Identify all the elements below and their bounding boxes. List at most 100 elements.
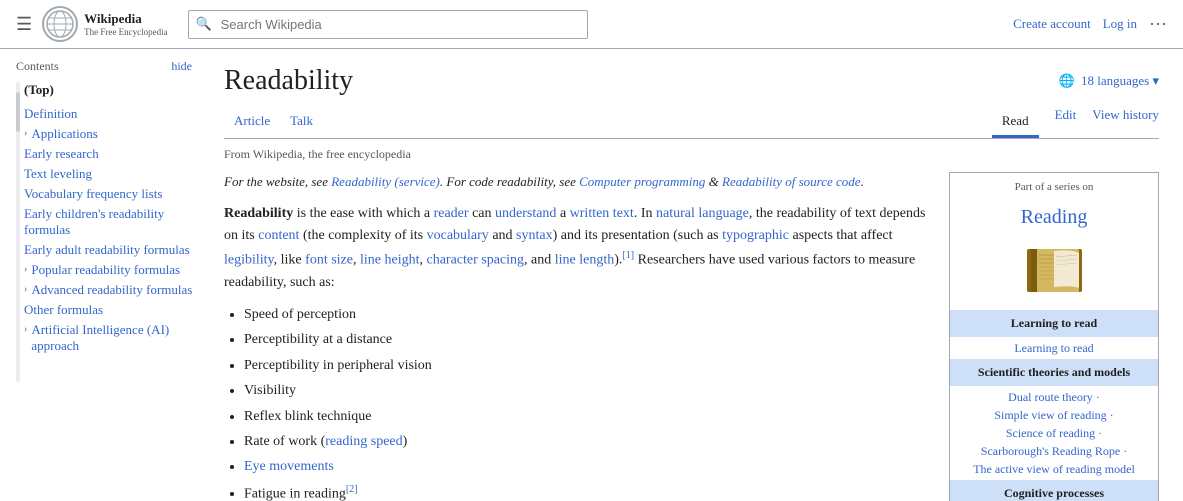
link-line-height[interactable]: line height: [360, 252, 420, 267]
footnote-1[interactable]: [1]: [622, 250, 634, 261]
site-tagline: The Free Encyclopedia: [84, 27, 167, 37]
more-options-icon[interactable]: ···: [1149, 14, 1167, 35]
search-input[interactable]: [188, 10, 588, 39]
toc-item-label: Early research: [24, 146, 99, 162]
infobox-section-scientific[interactable]: Scientific theories and models: [950, 359, 1158, 386]
from-wiki-text: From Wikipedia, the free encyclopedia: [224, 147, 1159, 162]
toc-scroll-area: (Top) Definition › Applications Early re…: [16, 82, 200, 382]
infobox-section-cognitive[interactable]: Cognitive processes: [950, 480, 1158, 501]
link-content[interactable]: content: [258, 228, 299, 243]
toc-item-label: Early adult readability formulas: [24, 242, 190, 258]
infobox-header: Part of a series on: [950, 173, 1158, 199]
expand-icon: ›: [24, 324, 27, 335]
link-written-text[interactable]: written text: [570, 206, 634, 221]
expand-icon: ›: [24, 264, 27, 275]
wikipedia-logo[interactable]: Wikipedia The Free Encyclopedia: [42, 6, 167, 42]
tab-read[interactable]: Read: [992, 107, 1039, 138]
scroll-thumb[interactable]: [16, 92, 20, 132]
toc-item-advanced-readability[interactable]: › Advanced readability formulas: [24, 280, 200, 300]
toc-item-early-childrens[interactable]: Early children's readability formulas: [24, 204, 200, 240]
link-line-length[interactable]: line length: [555, 252, 615, 267]
link-font-size[interactable]: font size: [305, 252, 353, 267]
toc-item-label: Popular readability formulas: [31, 262, 180, 278]
tab-talk[interactable]: Talk: [280, 107, 323, 138]
toc-item-label: Text leveling: [24, 166, 92, 182]
nav-left: ☰ Wikipedia The Free Encyclopedia: [16, 6, 168, 42]
infobox-section-learning[interactable]: Learning to read: [950, 310, 1158, 337]
toc-item-label: Early children's readability formulas: [24, 206, 200, 238]
page-layout: Contents hide (Top) Definition › Applica…: [0, 49, 1183, 501]
expand-icon: ›: [24, 128, 27, 139]
link-typographic[interactable]: typographic: [722, 228, 789, 243]
tab-view-history[interactable]: View history: [1092, 107, 1159, 138]
lang-count: 18 languages: [1081, 73, 1149, 88]
tab-right-group: Read Edit View history: [992, 107, 1159, 138]
infobox-learning-sub: Learning to read: [950, 337, 1158, 359]
toc-item-other-formulas[interactable]: Other formulas: [24, 300, 200, 320]
book-svg: [1019, 243, 1089, 298]
logo-globe-icon: [42, 6, 78, 42]
lang-chevron-icon: ▾: [1152, 73, 1159, 88]
toc-item-definition[interactable]: Definition: [24, 104, 200, 124]
toc-item-popular-readability[interactable]: › Popular readability formulas: [24, 260, 200, 280]
link-computer-programming[interactable]: Computer programming: [579, 174, 705, 189]
toc-item-label: Advanced readability formulas: [31, 282, 192, 298]
log-in-link[interactable]: Log in: [1103, 16, 1137, 32]
scroll-track: [16, 82, 20, 382]
link-character-spacing[interactable]: character spacing: [426, 252, 524, 267]
infobox-scientific-items: Dual route theory · Simple view of readi…: [950, 386, 1158, 480]
toc-label: Contents: [16, 59, 59, 74]
article-body: Part of a series on Reading: [224, 172, 1159, 501]
footnote-2[interactable]: [2]: [346, 484, 358, 495]
infobox-title[interactable]: Reading: [950, 199, 1158, 237]
tab-left-group: Article Talk: [224, 107, 323, 138]
toc-top-item[interactable]: (Top): [24, 82, 200, 98]
search-icon: 🔍: [196, 16, 212, 32]
infobox-learning-link[interactable]: Learning to read: [1014, 341, 1093, 355]
link-readability-service[interactable]: Readability (service): [331, 174, 440, 189]
toc-header: Contents hide: [16, 59, 200, 74]
toc-item-early-adult[interactable]: Early adult readability formulas: [24, 240, 200, 260]
search-bar: 🔍: [188, 10, 588, 39]
link-understand[interactable]: understand: [495, 206, 556, 221]
toc-item-vocab-frequency[interactable]: Vocabulary frequency lists: [24, 184, 200, 204]
top-navigation: ☰ Wikipedia The Free Encyclopedia 🔍: [0, 0, 1183, 49]
toc-item-early-research[interactable]: Early research: [24, 144, 200, 164]
create-account-link[interactable]: Create account: [1013, 16, 1091, 32]
infobox-simple-view[interactable]: Simple view of reading ·: [994, 408, 1113, 422]
language-icon: 🌐: [1059, 73, 1075, 88]
link-eye-movements[interactable]: Eye movements: [244, 459, 334, 474]
toc-item-label: Other formulas: [24, 302, 103, 318]
link-readability-source-code[interactable]: Readability of source code: [722, 174, 861, 189]
infobox-book-image: [950, 237, 1158, 310]
link-vocabulary[interactable]: vocabulary: [427, 228, 489, 243]
nav-right: Create account Log in ···: [1013, 14, 1167, 35]
language-link[interactable]: 🌐 18 languages ▾: [1059, 73, 1159, 89]
reading-infobox: Part of a series on Reading: [949, 172, 1159, 501]
toc-item-ai-approach[interactable]: › Artificial Intelligence (AI) approach: [24, 320, 200, 356]
toc-hide-button[interactable]: hide: [171, 59, 192, 74]
hamburger-menu-icon[interactable]: ☰: [16, 14, 32, 35]
site-name: Wikipedia: [84, 11, 167, 27]
toc-item-label: Vocabulary frequency lists: [24, 186, 162, 202]
expand-icon: ›: [24, 284, 27, 295]
link-reading-speed[interactable]: reading speed: [325, 434, 402, 449]
toc-item-applications[interactable]: › Applications: [24, 124, 200, 144]
toc-item-text-leveling[interactable]: Text leveling: [24, 164, 200, 184]
link-legibility[interactable]: legibility: [224, 252, 274, 267]
toc-item-label: Applications: [31, 126, 97, 142]
article-tabs: Article Talk Read Edit View history: [224, 107, 1159, 139]
link-syntax[interactable]: syntax: [516, 228, 553, 243]
main-content: Readability 🌐 18 languages ▾ Article Tal…: [200, 49, 1183, 501]
logo-text: Wikipedia The Free Encyclopedia: [84, 11, 167, 37]
infobox-dual-route[interactable]: Dual route theory ·: [1008, 390, 1100, 404]
infobox-science-reading[interactable]: Science of reading ·: [1006, 426, 1102, 440]
toc-item-label: Artificial Intelligence (AI) approach: [31, 322, 200, 354]
infobox-scarborough[interactable]: Scarborough's Reading Rope ·: [981, 444, 1127, 458]
link-natural-language[interactable]: natural language: [656, 206, 749, 221]
link-reader[interactable]: reader: [434, 206, 469, 221]
tab-edit[interactable]: Edit: [1055, 107, 1077, 138]
globe-svg: [45, 9, 75, 39]
tab-article[interactable]: Article: [224, 107, 280, 138]
infobox-active-view[interactable]: The active view of reading model: [973, 462, 1135, 476]
